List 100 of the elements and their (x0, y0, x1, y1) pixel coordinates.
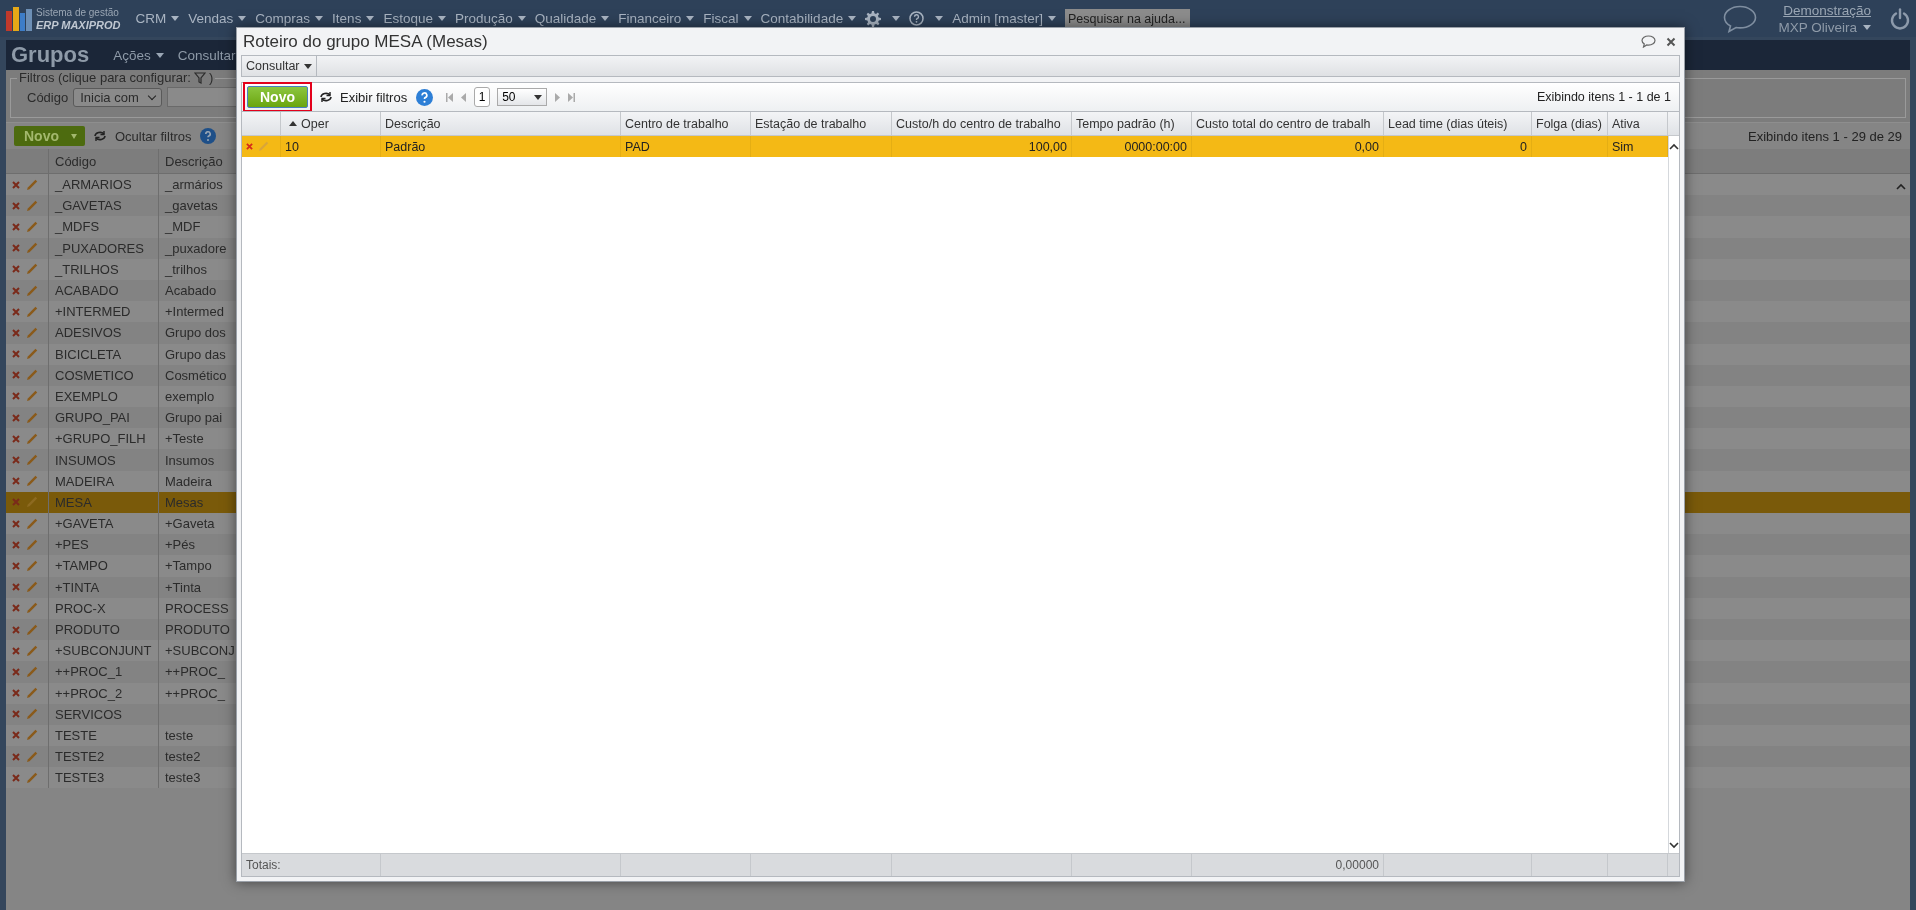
pencil-icon[interactable] (26, 771, 38, 784)
delete-icon[interactable] (12, 392, 20, 401)
pencil-icon[interactable] (26, 644, 38, 657)
nav-menu[interactable]: Compras (255, 11, 311, 26)
column-header[interactable]: Código (49, 149, 159, 173)
column-header[interactable]: Custo total do centro de trabalh (1192, 112, 1384, 135)
pencil-icon[interactable] (26, 581, 38, 594)
pencil-icon[interactable] (26, 602, 38, 615)
delete-icon[interactable] (12, 583, 20, 592)
pencil-icon[interactable] (26, 242, 38, 255)
delete-icon[interactable] (12, 498, 20, 507)
nav-menu[interactable]: Estoque (383, 11, 433, 26)
delete-icon[interactable] (12, 244, 20, 253)
show-filters-button[interactable]: Exibir filtros (340, 89, 408, 105)
pencil-icon[interactable] (26, 369, 38, 382)
delete-icon[interactable] (12, 667, 20, 676)
delete-icon[interactable] (12, 604, 20, 613)
pencil-icon[interactable] (26, 750, 38, 763)
delete-icon[interactable] (12, 561, 20, 570)
table-row[interactable]: 10 Padrão PAD 100,00 0000:00:00 0,00 0 Sim (242, 136, 1668, 157)
chat-icon[interactable] (1723, 4, 1758, 33)
delete-icon[interactable] (12, 371, 20, 380)
nav-menu[interactable]: Contabilidade (760, 11, 844, 26)
column-header[interactable]: Tempo padrão (h) (1072, 112, 1192, 135)
last-page-icon[interactable] (567, 92, 576, 102)
operator-select[interactable]: Inicia com (73, 87, 162, 107)
chat-icon[interactable] (1641, 35, 1656, 48)
delete-icon[interactable] (12, 456, 20, 465)
first-page-icon[interactable] (446, 92, 455, 102)
delete-icon[interactable] (12, 413, 20, 422)
pencil-icon[interactable] (26, 178, 38, 191)
delete-icon[interactable] (246, 143, 253, 150)
column-header[interactable]: Descrição (381, 112, 621, 135)
pencil-icon[interactable] (26, 263, 38, 276)
pencil-icon[interactable] (26, 305, 38, 318)
refresh-icon[interactable] (319, 91, 333, 103)
delete-icon[interactable] (12, 710, 20, 719)
delete-icon[interactable] (12, 328, 20, 337)
pencil-icon[interactable] (26, 517, 38, 530)
page-input[interactable]: 1 (474, 87, 491, 107)
page-menu[interactable]: Ações (113, 47, 151, 63)
pencil-icon[interactable] (26, 411, 38, 424)
delete-icon[interactable] (12, 201, 20, 210)
delete-icon[interactable] (12, 307, 20, 316)
pencil-icon[interactable] (26, 538, 38, 551)
filters-legend[interactable]: Filtros (clique para configurar: (19, 70, 191, 85)
hide-filters-button[interactable]: Ocultar filtros (115, 128, 192, 144)
nav-menu[interactable]: Fiscal (703, 11, 739, 26)
nav-menu[interactable]: CRM (135, 11, 167, 26)
delete-icon[interactable] (12, 265, 20, 274)
scroll-up-icon[interactable] (1669, 143, 1679, 150)
delete-icon[interactable] (12, 625, 20, 634)
nav-menu[interactable]: Vendas (188, 11, 234, 26)
nav-menu[interactable]: Produção (454, 11, 513, 26)
delete-icon[interactable] (12, 689, 20, 698)
pencil-icon[interactable] (26, 326, 38, 339)
column-header[interactable]: Centro de trabalho (621, 112, 751, 135)
column-header[interactable]: Estação de trabalho (751, 112, 892, 135)
page-size-select[interactable]: 50 (497, 88, 548, 106)
delete-icon[interactable] (12, 731, 20, 740)
delete-icon[interactable] (12, 752, 20, 761)
power-icon[interactable] (1890, 7, 1910, 30)
column-header[interactable]: Oper (281, 112, 381, 135)
delete-icon[interactable] (12, 646, 20, 655)
new-button[interactable]: Novo (14, 126, 85, 146)
pencil-icon[interactable] (26, 687, 38, 700)
delete-icon[interactable] (12, 434, 20, 443)
delete-icon[interactable] (12, 540, 20, 549)
pencil-icon[interactable] (26, 220, 38, 233)
delete-icon[interactable] (12, 180, 20, 189)
previous-page-icon[interactable] (461, 92, 468, 102)
nav-menu[interactable]: Qualidade (534, 11, 597, 26)
column-header[interactable]: Lead time (dias úteis) (1384, 112, 1532, 135)
delete-icon[interactable] (12, 519, 20, 528)
close-icon[interactable] (1666, 36, 1676, 47)
nav-menu[interactable]: Itens (332, 11, 362, 26)
delete-icon[interactable] (12, 222, 20, 231)
query-menu[interactable]: Consultar (242, 56, 317, 76)
column-header[interactable]: Folga (dias) (1532, 112, 1608, 135)
pencil-icon[interactable] (26, 348, 38, 361)
column-header[interactable]: Descrição (159, 153, 223, 169)
pencil-icon[interactable] (26, 665, 38, 678)
pencil-icon[interactable] (26, 475, 38, 488)
funnel-icon[interactable] (193, 71, 206, 84)
delete-icon[interactable] (12, 286, 20, 295)
delete-icon[interactable] (12, 477, 20, 486)
pencil-icon[interactable] (26, 199, 38, 212)
help-icon[interactable] (199, 128, 216, 144)
nav-menu[interactable]: Financeiro (618, 11, 682, 26)
page-menu[interactable]: Consultar (177, 47, 236, 63)
pencil-icon[interactable] (26, 623, 38, 636)
column-header[interactable]: Ativa (1608, 112, 1668, 135)
search-field[interactable]: Pesquisar na ajuda... (1064, 8, 1190, 29)
column-header[interactable]: Custo/h do centro de trabalho (892, 112, 1072, 135)
next-page-icon[interactable] (554, 92, 561, 102)
pencil-icon[interactable] (26, 432, 38, 445)
company-link[interactable]: Demonstração (1783, 1, 1871, 19)
pencil-icon[interactable] (26, 559, 38, 572)
scroll-down-icon[interactable] (1669, 842, 1679, 849)
user-menu[interactable]: MXP Oliveira (1778, 18, 1857, 36)
